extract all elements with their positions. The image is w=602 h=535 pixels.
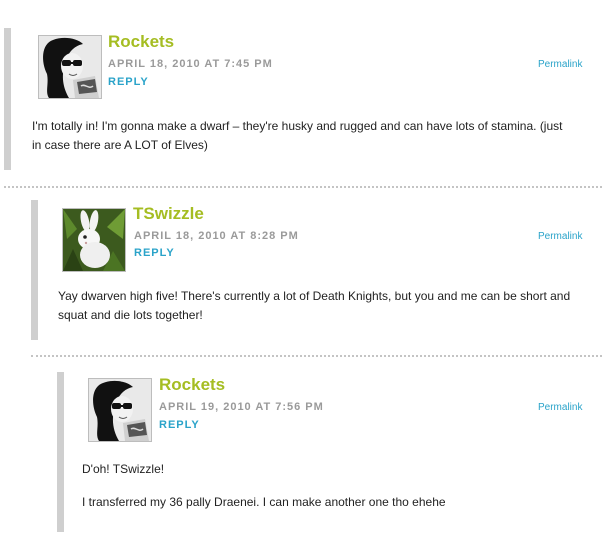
comment-author: Rockets (159, 375, 226, 394)
comment-paragraph: Yay dwarven high five! There's currently… (58, 289, 571, 322)
comment-date: APRIL 18, 2010 AT 7:45 PM (108, 58, 273, 70)
reply-link[interactable]: REPLY (134, 247, 175, 259)
comment-1: Rockets APRIL 18, 2010 AT 7:45 PM REPLY … (4, 28, 602, 170)
comment-separator (31, 355, 602, 357)
comment-body: Yay dwarven high five! There's currently… (58, 287, 578, 325)
rockets-avatar-photo-icon (39, 36, 101, 98)
comment-body: I'm totally in! I'm gonna make a dwarf –… (32, 117, 572, 155)
reply-link[interactable]: REPLY (108, 76, 149, 88)
comment-3: Rockets APRIL 19, 2010 AT 7:56 PM REPLY … (57, 372, 602, 532)
comment-2: TSwizzle APRIL 18, 2010 AT 8:28 PM REPLY… (31, 200, 602, 340)
comment-thread-bar (57, 372, 64, 532)
comment-paragraph: I'm totally in! I'm gonna make a dwarf –… (32, 119, 563, 152)
permalink-link[interactable]: Permalink (538, 231, 582, 242)
permalink-link[interactable]: Permalink (538, 402, 582, 413)
comment-author: TSwizzle (133, 204, 204, 223)
comment-thread-bar (31, 200, 38, 340)
comment-thread-bar (4, 28, 11, 170)
comment-author: Rockets (108, 32, 175, 51)
comment-date: APRIL 18, 2010 AT 8:28 PM (134, 230, 299, 242)
permalink-link[interactable]: Permalink (538, 59, 582, 70)
comment-paragraph: D'oh! TSwizzle! (82, 462, 165, 476)
rockets-avatar-photo-icon (89, 379, 151, 441)
comment-body: D'oh! TSwizzle! I transferred my 36 pall… (82, 460, 582, 512)
comment-separator (4, 186, 602, 188)
white-bunny-avatar-photo-icon (63, 209, 125, 271)
comment-date: APRIL 19, 2010 AT 7:56 PM (159, 401, 324, 413)
avatar[interactable] (88, 378, 152, 442)
comment-paragraph: I transferred my 36 pally Draenei. I can… (82, 495, 446, 509)
avatar[interactable] (62, 208, 126, 272)
avatar[interactable] (38, 35, 102, 99)
reply-link[interactable]: REPLY (159, 419, 200, 431)
